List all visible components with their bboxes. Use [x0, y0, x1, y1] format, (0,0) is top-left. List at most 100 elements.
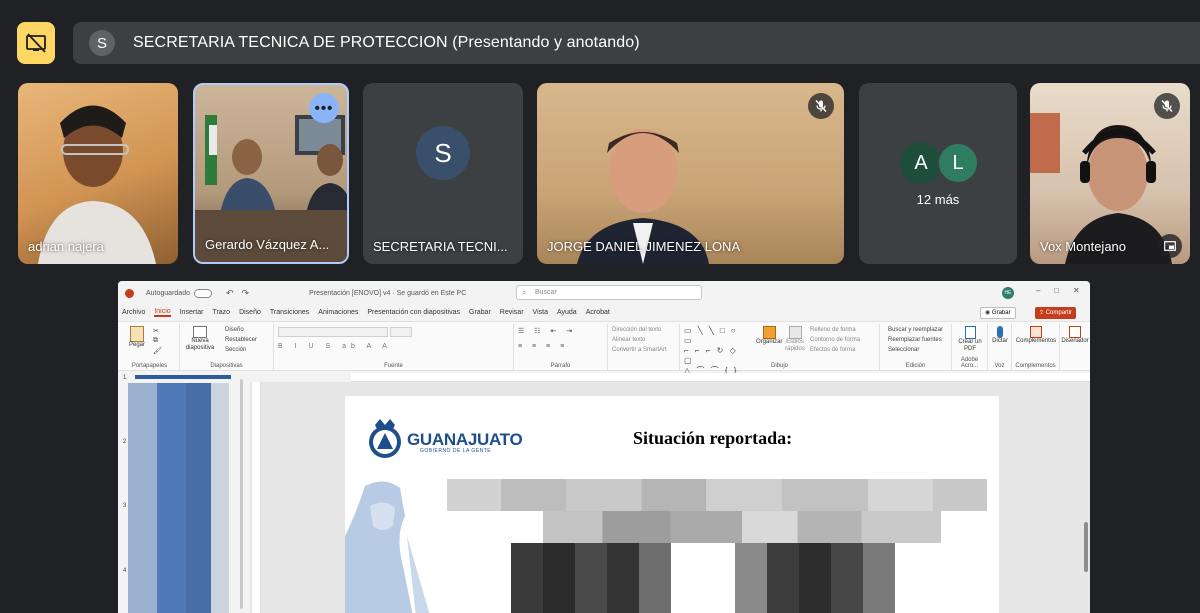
autosave-toggle[interactable] [193, 288, 212, 298]
quick-styles-button[interactable]: Estilos rápidos [784, 326, 806, 353]
slide-editor[interactable]: GUANAJUATO GOBIERNO DE LA GENTE Situació… [250, 382, 1090, 613]
redacted-content [543, 511, 941, 543]
presenter-avatar: S [89, 30, 115, 56]
minimize-icon[interactable]: – [1036, 286, 1040, 295]
ribbon-tab-animaciones[interactable]: Animaciones [318, 309, 358, 316]
slide-thumbnail[interactable] [128, 383, 240, 613]
addins-icon [1030, 326, 1042, 338]
record-button[interactable]: ◉ Grabar [980, 307, 1016, 319]
shape-fill-button[interactable]: Relleno de forma [810, 327, 856, 333]
ribbon-tab-grabar[interactable]: Grabar [469, 309, 491, 316]
share-icon: ⇪ [1039, 310, 1045, 316]
shape-effects-button[interactable]: Efectos de forma [810, 347, 855, 353]
ppt-logo-icon [125, 288, 134, 298]
reset-button[interactable]: Restablecer [225, 337, 257, 343]
cut-icon[interactable]: ✂ [153, 327, 159, 335]
meet-window: S SECRETARIA TECNICA DE PROTECCION (Pres… [0, 0, 1200, 613]
horizontal-ruler [351, 373, 1090, 382]
more-options-button[interactable]: ••• [309, 93, 339, 123]
copy-icon[interactable]: ⧉ [153, 337, 158, 345]
ppt-search-input[interactable]: ⌕ Buscar [516, 285, 702, 300]
font-group: B I U S ab A A Fuente [274, 324, 514, 370]
ppt-tabs: Archivo Inicio Insertar Trazo Diseño Transici… [118, 305, 1090, 319]
participant-tile[interactable]: Vox Montejano [1030, 83, 1190, 264]
participant-tile[interactable]: JORGE DANIEL JIMENEZ LONA [537, 83, 844, 264]
share-button[interactable]: ⇪ Compartir [1035, 307, 1077, 319]
participant-avatar: S [416, 126, 470, 180]
dictate-button[interactable]: Dictar [989, 326, 1011, 344]
ribbon-tab-acrobat[interactable]: Acrobat [586, 309, 610, 316]
participant-tile-active[interactable]: ••• Gerardo Vázquez A... [193, 83, 349, 264]
replace-fonts-button[interactable]: Reemplazar fuentes [888, 337, 942, 343]
ribbon-tab-transiciones[interactable]: Transiciones [270, 309, 309, 316]
ribbon-tab-inicio[interactable]: Inicio [154, 308, 171, 317]
align-icons[interactable]: ≡ ≡ ≡ ≡ [518, 343, 568, 350]
ribbon-tab-presentación-con-diapositivas[interactable]: Presentación con diapositivas [367, 309, 460, 316]
section-button[interactable]: Sección [225, 347, 246, 353]
undo-icon[interactable]: ↶ [226, 288, 234, 299]
slide-canvas[interactable]: GUANAJUATO GOBIERNO DE LA GENTE Situació… [345, 396, 999, 613]
slide-number: 4 [123, 568, 127, 574]
maximize-icon[interactable]: □ [1054, 286, 1059, 295]
layout-button[interactable]: Diseño [225, 327, 244, 333]
designer-button[interactable]: Diseñador [1060, 326, 1090, 344]
new-slide-button[interactable]: Nueva diapositiva [184, 326, 216, 352]
stop-presenting-button[interactable] [17, 22, 55, 64]
voice-group: Dictar Voz [988, 324, 1012, 370]
clipboard-group: Pegar ✂ ⧉ 🖌 Portapapeles [120, 324, 180, 370]
bullets-icon[interactable]: ☰ ☷ ⇤ ⇥ [518, 327, 576, 335]
ribbon-tab-trazo[interactable]: Trazo [212, 309, 230, 316]
find-replace-button[interactable]: Buscar y reemplazar [888, 327, 943, 333]
addins-group: Complementos Complementos [1012, 324, 1060, 370]
file-title: Presentación [ENOVO] v4 · Se guardó en E… [309, 289, 467, 297]
addins-button[interactable]: Complementos [1014, 326, 1058, 344]
user-avatar[interactable]: HE [1002, 287, 1014, 299]
editor-vertical-scrollbar[interactable] [1084, 522, 1088, 572]
present-off-icon [26, 33, 46, 53]
pdf-icon [964, 326, 976, 339]
organize-button[interactable]: Organizar [756, 326, 782, 345]
participant-tile[interactable]: adrian najera [18, 83, 178, 264]
pip-icon[interactable] [1158, 234, 1182, 258]
paste-button[interactable]: Pegar [126, 326, 148, 348]
presenting-banner: S SECRETARIA TECNICA DE PROTECCION (Pres… [73, 22, 1200, 64]
more-participants-tile[interactable]: A L 12 más [859, 83, 1017, 264]
smartart-button[interactable]: Convertir a SmartArt [612, 347, 667, 353]
shape-outline-button[interactable]: Contorno de forma [810, 337, 860, 343]
slide-thumbnail-selected[interactable] [135, 375, 231, 379]
slide-number: 3 [123, 503, 127, 509]
quick-styles-icon [788, 326, 802, 339]
participant-name: Gerardo Vázquez A... [205, 237, 330, 252]
font-name-select[interactable] [278, 327, 388, 337]
create-pdf-button[interactable]: Crear un PDF [954, 326, 986, 353]
presenting-title: SECRETARIA TECNICA DE PROTECCION (Presen… [133, 34, 640, 51]
microphone-icon [997, 326, 1003, 338]
redacted-content [735, 543, 895, 613]
ribbon-tab-diseño[interactable]: Diseño [239, 309, 261, 316]
text-direction-button[interactable]: Dirección del texto [612, 327, 661, 333]
participant-tile[interactable]: S SECRETARIA TECNI... [363, 83, 523, 264]
font-size-select[interactable] [390, 327, 412, 337]
select-button[interactable]: Seleccionar [888, 347, 919, 353]
close-icon[interactable]: ✕ [1073, 286, 1080, 295]
organize-icon [762, 326, 776, 339]
font-format-buttons[interactable]: B I U S ab A A [278, 343, 392, 350]
search-icon: ⌕ [522, 288, 527, 297]
slide-title[interactable]: Situación reportada: [633, 428, 792, 449]
redo-icon[interactable]: ↷ [242, 288, 250, 299]
align-text-button[interactable]: Alinear texto [612, 337, 645, 343]
slide-number: 2 [123, 439, 127, 445]
redacted-content [511, 543, 671, 613]
paste-icon [130, 326, 144, 342]
slide-thumbnails[interactable]: 1 2 3 4 [118, 373, 250, 613]
participant-name: adrian najera [28, 239, 104, 254]
thumbnail-scrollbar[interactable] [240, 379, 243, 609]
ribbon-tab-ayuda[interactable]: Ayuda [557, 309, 577, 316]
format-painter-icon[interactable]: 🖌 [153, 347, 162, 355]
ribbon-tab-vista[interactable]: Vista [533, 309, 548, 316]
ribbon-tab-archivo[interactable]: Archivo [122, 309, 145, 316]
slide-number: 1 [123, 375, 127, 381]
overflow-avatar: L [937, 142, 979, 184]
ribbon-tab-revisar[interactable]: Revisar [500, 309, 524, 316]
ribbon-tab-insertar[interactable]: Insertar [180, 309, 204, 316]
